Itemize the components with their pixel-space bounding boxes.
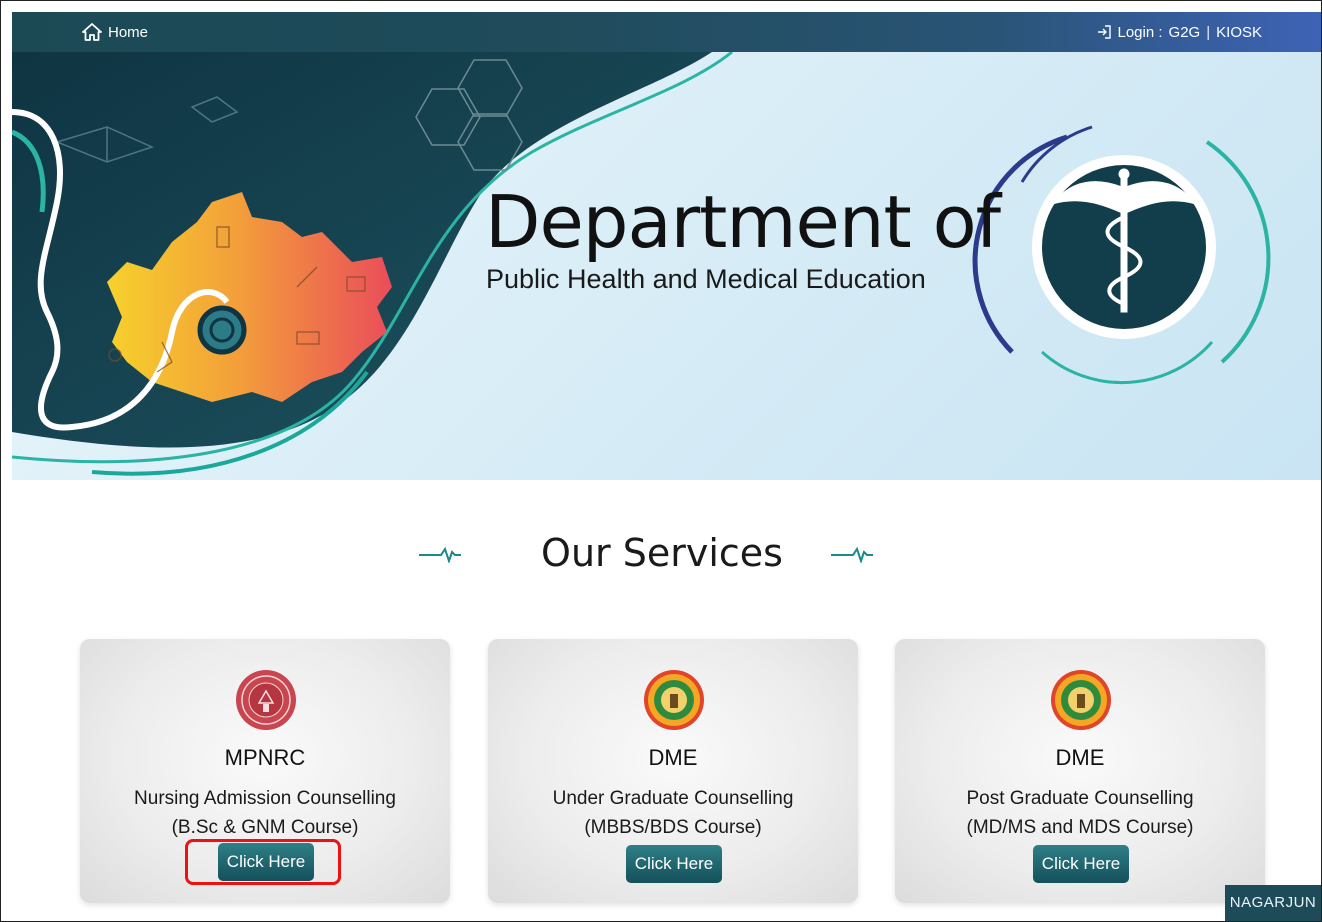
mp-emblem-icon (1051, 670, 1111, 730)
mp-emblem-icon (644, 670, 704, 730)
service-card-mpnrc: MPNRC Nursing Admission Counselling (B.S… (80, 639, 450, 903)
card-desc-line2: (B.Sc & GNM Course) (171, 817, 359, 838)
nagarjun-badge: NAGARJUN (1225, 885, 1321, 921)
card-title: DME (1055, 745, 1105, 770)
card-description: Nursing Admission Counselling (B.Sc & GN… (80, 784, 450, 842)
click-here-button-dme-pg[interactable]: Click Here (1033, 845, 1129, 883)
mpnrc-seal-icon (236, 670, 296, 730)
card-title: MPNRC (224, 745, 306, 770)
hero-title: Department of (485, 180, 1001, 264)
card-desc-line2: (MBBS/BDS Course) (584, 817, 762, 838)
login-prefix: Login : (1117, 23, 1163, 41)
pulse-icon-right (831, 546, 873, 563)
top-navbar: Home Login : G2G | KIOSK (12, 12, 1321, 52)
service-card-dme-ug: DME Under Graduate Counselling (MBBS/BDS… (488, 639, 858, 903)
home-label: Home (108, 23, 149, 41)
card-desc-line1: Nursing Admission Counselling (134, 788, 396, 809)
card-description: Under Graduate Counselling (MBBS/BDS Cou… (488, 784, 858, 842)
hero-banner: Department of Public Health and Medical … (12, 52, 1321, 480)
login-kiosk-link[interactable]: KIOSK (1216, 24, 1262, 41)
click-here-button-mpnrc[interactable]: Click Here (218, 843, 314, 881)
stethoscope-chest-piece (197, 305, 247, 355)
login-g2g-link[interactable]: G2G (1169, 24, 1201, 41)
services-heading: Our Services (541, 531, 783, 575)
login-separator: | (1206, 23, 1211, 41)
card-desc-line1: Post Graduate Counselling (966, 788, 1194, 809)
home-icon (82, 23, 102, 41)
login-icon (1097, 25, 1111, 39)
login-area: Login : G2G | KIOSK (1096, 23, 1262, 41)
page-frame: Home Login : G2G | KIOSK Department of P… (0, 0, 1322, 922)
click-here-button-dme-ug[interactable]: Click Here (626, 845, 722, 883)
card-desc-line1: Under Graduate Counselling (552, 788, 794, 809)
card-title: DME (648, 745, 698, 770)
hero-subtitle: Public Health and Medical Education (486, 264, 926, 294)
card-desc-line2: (MD/MS and MDS Course) (966, 817, 1194, 838)
caduceus-emblem (972, 125, 1271, 385)
service-card-dme-pg: DME Post Graduate Counselling (MD/MS and… (895, 639, 1265, 903)
home-link[interactable]: Home (82, 23, 148, 41)
card-description: Post Graduate Counselling (MD/MS and MDS… (895, 784, 1265, 842)
